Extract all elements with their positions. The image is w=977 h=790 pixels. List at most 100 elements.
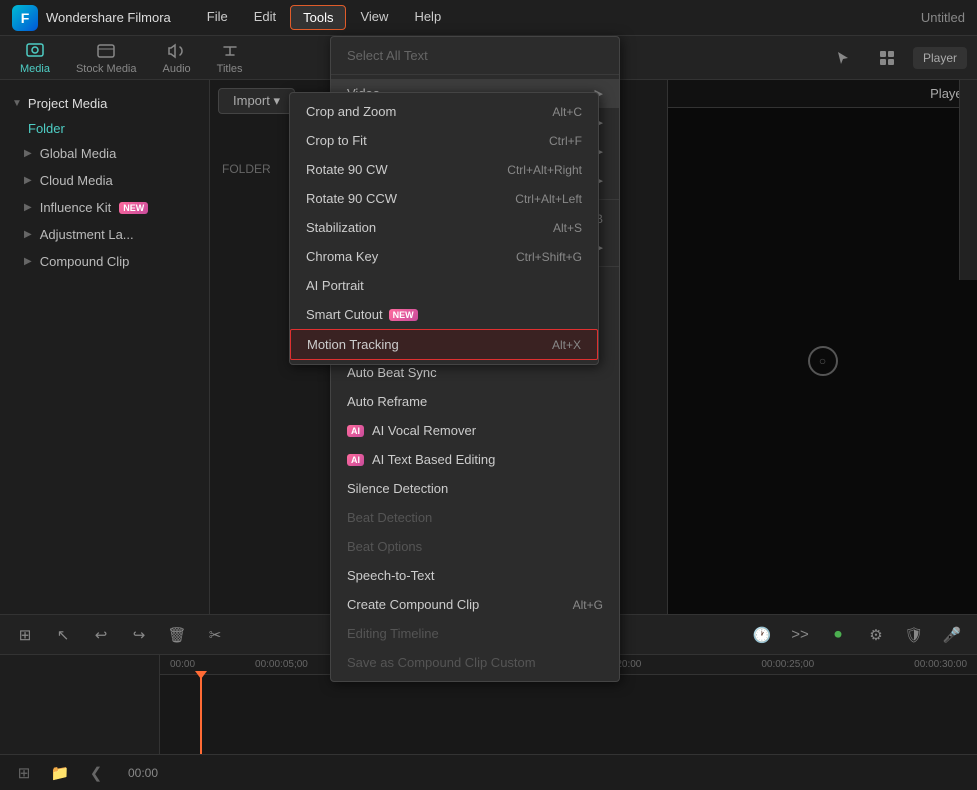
tl-shield-btn[interactable]: 🛡	[899, 620, 929, 650]
playhead	[200, 675, 202, 754]
dd-split-item[interactable]: Split Ctrl+B	[331, 204, 619, 233]
dd-split-label: Split	[347, 211, 372, 226]
dd-editing-tl-item[interactable]: Editing Timeline	[331, 619, 619, 648]
dd-scene-item[interactable]: Scene Detection	[331, 329, 619, 358]
tl-redo-btn[interactable]: ↪	[124, 620, 154, 650]
tl-gear-btn[interactable]: ⚙	[861, 620, 891, 650]
influence-kit-label: Influence Kit	[40, 200, 112, 215]
logo-letter: F	[21, 10, 30, 26]
sidebar-item-influence-kit[interactable]: ▶ Influence Kit NEW	[0, 194, 209, 221]
dd-color-label: Color	[347, 144, 378, 159]
layout-icon	[878, 49, 896, 67]
dd-speed-label: Speed	[347, 173, 385, 188]
dd-video-label: Video	[347, 86, 380, 101]
dd-audio-label: Audio	[347, 115, 380, 130]
dd-video-item[interactable]: Video ▶	[331, 79, 619, 108]
dd-auto-sync-label: Auto Synchronization	[347, 278, 470, 293]
dd-speech-item[interactable]: Speech-to-Text	[331, 561, 619, 590]
dd-trim-item[interactable]: Trim ▶	[331, 233, 619, 262]
tools-dropdown[interactable]: Select All Text Video ▶ Audio ▶ Color ▶ …	[330, 36, 620, 682]
tl-undo-btn[interactable]: ↩	[86, 620, 116, 650]
tl-skip-btn[interactable]: >>	[785, 620, 815, 650]
dd-reframe-item[interactable]: Auto Reframe	[331, 387, 619, 416]
sidebar-item-global-media[interactable]: ▶ Global Media	[0, 140, 209, 167]
app-name: Wondershare Filmora	[46, 10, 171, 25]
adjustment-chevron: ▶	[24, 229, 32, 240]
titlebar: F Wondershare Filmora File Edit Tools Vi…	[0, 0, 977, 36]
compound-clip-chevron: ▶	[24, 256, 32, 267]
dd-compound-item[interactable]: Create Compound Clip Alt+G	[331, 590, 619, 619]
menu-view[interactable]: View	[348, 5, 400, 30]
dd-sep-3	[331, 266, 619, 267]
dd-split-shortcut: Ctrl+B	[569, 212, 603, 226]
dd-color-item[interactable]: Color ▶	[331, 137, 619, 166]
cursor-btn[interactable]	[825, 40, 861, 76]
tab-audio[interactable]: Audio	[153, 37, 201, 79]
dd-compound-label: Create Compound Clip	[347, 597, 479, 612]
tl-delete-btn[interactable]: 🗑	[162, 620, 192, 650]
dd-ai-text-item[interactable]: AI AI Text Based Editing	[331, 445, 619, 474]
bb-folder-btn[interactable]: 📁	[46, 759, 74, 787]
dd-ai-text-label: AI Text Based Editing	[372, 452, 495, 467]
folder-item[interactable]: Folder	[0, 117, 209, 140]
media-icon	[25, 41, 45, 61]
tl-green-btn[interactable]: ⏺	[823, 620, 853, 650]
dd-speed-item[interactable]: Speed ▶	[331, 166, 619, 195]
cloud-media-label: Cloud Media	[40, 173, 113, 188]
app-logo: F	[12, 5, 38, 31]
dd-save-compound-item[interactable]: Save as Compound Clip Custom	[331, 648, 619, 677]
select-all-text-item[interactable]: Select All Text	[331, 41, 619, 70]
menu-file[interactable]: File	[195, 5, 240, 30]
dd-proxy-label: Create Proxy File	[347, 307, 447, 322]
tab-stock-media-label: Stock Media	[76, 63, 137, 75]
dd-vocal-label: AI Vocal Remover	[372, 423, 476, 438]
tl-clock-btn[interactable]: 🕐	[747, 620, 777, 650]
timeline-tracks-left	[0, 655, 160, 754]
tab-audio-label: Audio	[163, 63, 191, 75]
dd-silence-item[interactable]: Silence Detection	[331, 474, 619, 503]
tab-stock-media[interactable]: Stock Media	[66, 37, 147, 79]
dd-vocal-item[interactable]: AI AI Vocal Remover	[331, 416, 619, 445]
player-button[interactable]: Player	[913, 47, 967, 69]
menu-help[interactable]: Help	[402, 5, 453, 30]
cloud-media-chevron: ▶	[24, 175, 32, 186]
dd-audio-arrow: ▶	[595, 116, 603, 129]
bb-arrow-btn[interactable]: ❮	[82, 759, 110, 787]
tl-mic-btn[interactable]: 🎤	[937, 620, 967, 650]
project-media-section[interactable]: ▼ Project Media	[0, 90, 209, 117]
dd-beat-sync-label: Auto Beat Sync	[347, 365, 437, 380]
sidebar: ▼ Project Media Folder ▶ Global Media ▶ …	[0, 80, 210, 614]
folder-label-media: FOLDER	[210, 162, 283, 176]
dd-beat-detect-item[interactable]: Beat Detection	[331, 503, 619, 532]
tab-titles[interactable]: Titles	[207, 37, 253, 79]
select-all-text-label: Select All Text	[347, 48, 428, 63]
sidebar-item-compound-clip[interactable]: ▶ Compound Clip	[0, 248, 209, 275]
preview-panel: Player ○	[667, 80, 977, 614]
bottom-bar: ⊞ 📁 ❮ 00:00	[0, 754, 977, 790]
menu-tools[interactable]: Tools	[290, 5, 346, 30]
tl-cursor-btn[interactable]: ↖	[48, 620, 78, 650]
layout-btn[interactable]	[869, 40, 905, 76]
bb-timecode-left: 00:00	[128, 766, 158, 780]
sidebar-item-cloud-media[interactable]: ▶ Cloud Media	[0, 167, 209, 194]
dd-auto-sync-item[interactable]: Auto Synchronization	[331, 271, 619, 300]
import-button[interactable]: Import ▾	[218, 88, 295, 114]
preview-icon: ○	[819, 354, 826, 368]
toolbar-right: Player	[825, 40, 967, 76]
dd-beat-opts-item[interactable]: Beat Options	[331, 532, 619, 561]
dd-beat-sync-item[interactable]: Auto Beat Sync	[331, 358, 619, 387]
dd-audio-item[interactable]: Audio ▶	[331, 108, 619, 137]
dd-trim-arrow: ▶	[595, 241, 603, 254]
menu-edit[interactable]: Edit	[242, 5, 288, 30]
dd-silence-label: Silence Detection	[347, 481, 448, 496]
tl-cut-btn[interactable]: ✂	[200, 620, 230, 650]
global-media-chevron: ▶	[24, 148, 32, 159]
global-media-label: Global Media	[40, 146, 117, 161]
tc-25: 00:00:25;00	[761, 659, 814, 670]
dd-beat-opts-label: Beat Options	[347, 539, 422, 554]
sidebar-item-adjustment[interactable]: ▶ Adjustment La...	[0, 221, 209, 248]
dd-proxy-item[interactable]: Create Proxy File	[331, 300, 619, 329]
bb-folder-new-btn[interactable]: ⊞	[10, 759, 38, 787]
tab-media[interactable]: Media	[10, 37, 60, 79]
tl-grid-btn[interactable]: ⊞	[10, 620, 40, 650]
